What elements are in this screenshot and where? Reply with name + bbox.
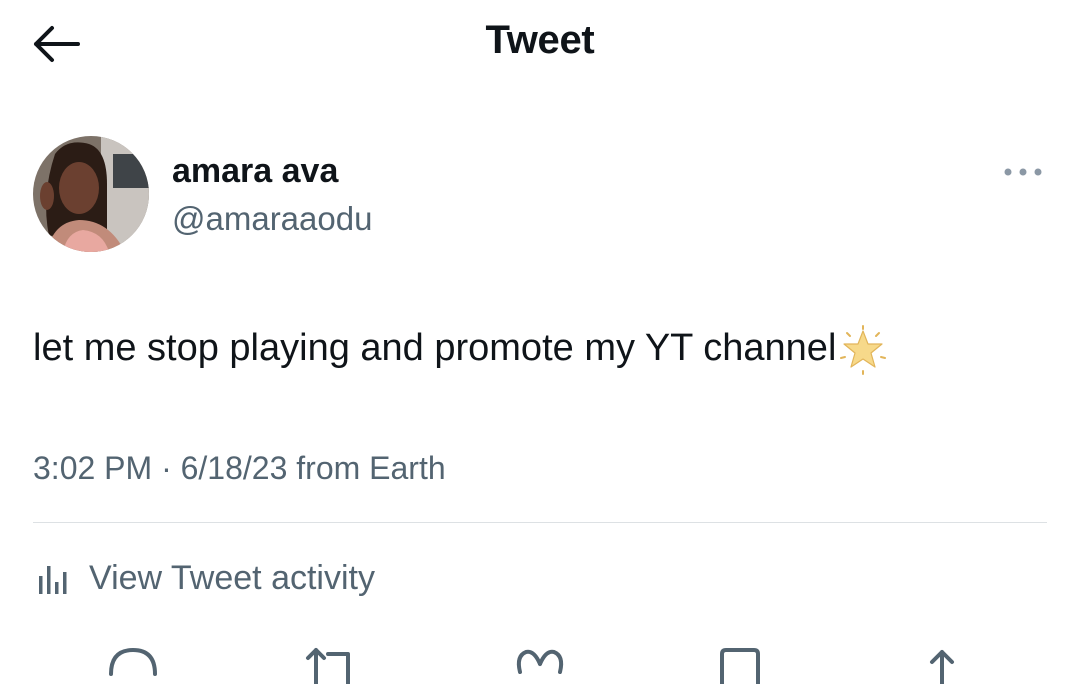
tweet-text-content: let me stop playing and promote my YT ch… bbox=[33, 327, 837, 369]
more-options-button[interactable] bbox=[998, 158, 1048, 186]
reply-button[interactable] bbox=[105, 644, 161, 684]
activity-label: View Tweet activity bbox=[89, 558, 375, 597]
retweet-icon bbox=[306, 648, 350, 684]
more-dots-icon bbox=[1004, 168, 1042, 176]
display-name[interactable]: amara ava bbox=[172, 152, 338, 191]
meta-separator: · bbox=[161, 450, 172, 486]
share-button[interactable] bbox=[914, 644, 970, 684]
view-tweet-activity-link[interactable]: View Tweet activity bbox=[33, 554, 375, 602]
analytics-bars-icon bbox=[39, 566, 67, 594]
tweet-date[interactable]: 6/18/23 bbox=[181, 450, 288, 486]
retweet-button[interactable] bbox=[302, 644, 358, 684]
reply-icon bbox=[109, 647, 157, 676]
user-handle[interactable]: @amaraaodu bbox=[172, 200, 372, 238]
bookmark-button[interactable] bbox=[712, 644, 768, 684]
page-title: Tweet bbox=[485, 18, 595, 62]
tweet-text: let me stop playing and promote my YT ch… bbox=[33, 322, 888, 375]
like-icon bbox=[516, 649, 564, 674]
divider bbox=[33, 522, 1047, 523]
share-icon bbox=[930, 650, 954, 684]
avatar[interactable] bbox=[33, 136, 149, 252]
tweet-source: from Earth bbox=[296, 450, 446, 486]
tweet-meta: 3:02 PM · 6/18/23 from Earth bbox=[33, 450, 446, 487]
tweet-time[interactable]: 3:02 PM bbox=[33, 450, 152, 486]
like-button[interactable] bbox=[512, 644, 568, 684]
bookmark-icon bbox=[720, 648, 760, 684]
star-emoji-icon bbox=[838, 325, 888, 375]
